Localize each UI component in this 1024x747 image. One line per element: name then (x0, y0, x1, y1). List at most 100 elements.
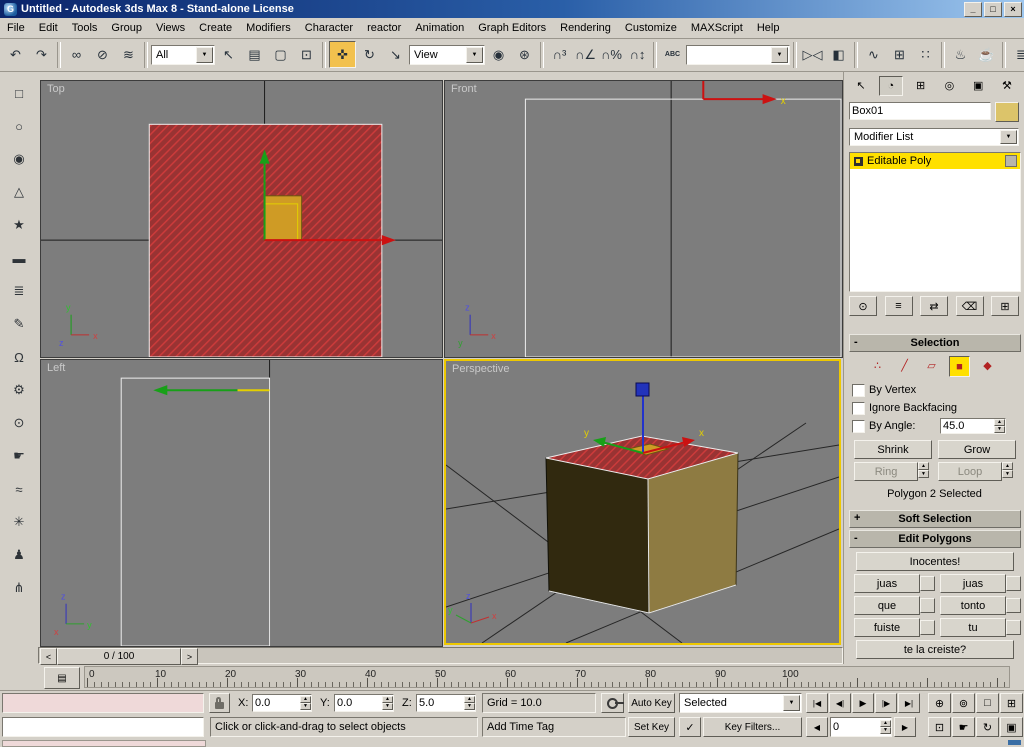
timeline-ruler[interactable]: 0 10 20 30 40 50 60 70 80 90 100 (84, 666, 1010, 688)
named-selection-dropdown[interactable]: ▼ (686, 44, 790, 65)
snap-toggle-3d-button[interactable]: ∩³ (547, 42, 572, 67)
zoom-extents-all-button[interactable]: ⊞ (1000, 693, 1023, 713)
bones-tool-button[interactable]: ⋔ (6, 575, 32, 601)
y-coord-spinner[interactable]: ▲ ▼ (382, 696, 393, 710)
menu-animation[interactable]: Animation (408, 20, 471, 36)
by-vertex-checkbox[interactable] (852, 384, 865, 397)
set-key-button[interactable]: Set Key (628, 717, 675, 737)
hand-tool-button[interactable]: ☛ (6, 443, 32, 469)
border-mode-button[interactable]: ▱ (922, 356, 941, 375)
next-key-button[interactable]: ▶ (894, 717, 916, 737)
menu-help[interactable]: Help (750, 20, 787, 36)
go-to-end-button[interactable]: ▶| (898, 693, 920, 713)
align-button[interactable]: ◧ (826, 42, 851, 67)
object-color-swatch[interactable] (995, 102, 1019, 122)
vertex-mode-button[interactable]: ∴ (868, 356, 887, 375)
y-coord-input[interactable] (335, 696, 382, 710)
menu-file[interactable]: File (0, 20, 32, 36)
cone-primitive-button[interactable]: △ (6, 179, 32, 205)
ring-spinner[interactable]: ▲ ▼ (918, 462, 929, 478)
add-time-tag[interactable]: Add Time Tag (482, 717, 626, 737)
hose-primitive-button[interactable]: ≣ (6, 278, 32, 304)
angle-spinner[interactable]: ▲ ▼ (994, 419, 1005, 433)
chevron-down-icon[interactable]: ▼ (196, 46, 213, 63)
edit-named-selection-sets-button[interactable]: ABC (660, 42, 685, 67)
soft-selection-rollout-header[interactable]: + Soft Selection (849, 510, 1021, 528)
box-primitive-button[interactable]: □ (6, 80, 32, 106)
resize-grip[interactable] (1008, 740, 1021, 745)
reference-coordinate-dropdown[interactable]: View ▼ (409, 44, 485, 65)
select-and-move-button[interactable]: ✜ (329, 41, 356, 68)
use-center-button[interactable]: ◉ (486, 42, 511, 67)
show-end-result-button[interactable]: ≡ (884, 296, 913, 316)
select-and-link-button[interactable]: ∞ (64, 42, 89, 67)
quick-render-button[interactable]: ☕ (974, 42, 999, 67)
edit-poly-button-juas-2[interactable]: juas (940, 574, 1006, 593)
pin-tool-button[interactable]: ⊙ (6, 410, 32, 436)
zoom-all-button[interactable]: ⊚ (952, 693, 975, 713)
menu-modifiers[interactable]: Modifiers (239, 20, 298, 36)
menu-character[interactable]: Character (298, 20, 360, 36)
selection-lock-button[interactable] (209, 693, 230, 713)
chevron-down-icon[interactable]: ▼ (783, 695, 800, 711)
inset-polygon[interactable] (264, 195, 303, 241)
by-angle-checkbox[interactable] (852, 420, 865, 433)
select-and-manipulate-button[interactable]: ⊛ (512, 42, 537, 67)
minimize-button[interactable]: _ (964, 1, 982, 17)
arc-rotate-button[interactable]: ↻ (976, 717, 999, 737)
edit-poly-button-tu[interactable]: tu (940, 618, 1006, 637)
edit-poly-button-tonto[interactable]: tonto (940, 596, 1006, 615)
spiral-tool-button[interactable]: ✳ (6, 509, 32, 535)
time-step-back-button[interactable]: < (40, 648, 57, 665)
key-mode-dropdown[interactable]: Selected ▼ (679, 693, 802, 713)
modifier-list-dropdown[interactable]: Modifier List ▼ (849, 128, 1019, 146)
rectangular-selection-region-button[interactable]: ▢ (268, 42, 293, 67)
tab-display[interactable]: ▣ (967, 76, 989, 94)
chevron-down-icon[interactable]: ▼ (1000, 130, 1017, 144)
edit-poly-button-te-la-creiste[interactable]: te la creiste? (856, 640, 1014, 659)
ignore-backfacing-checkbox[interactable] (852, 402, 865, 415)
edit-poly-settings-button[interactable] (920, 620, 935, 635)
edit-poly-settings-button[interactable] (1006, 620, 1021, 635)
percent-snap-button[interactable]: ∩% (599, 42, 624, 67)
selection-rollout-header[interactable]: - Selection (849, 334, 1021, 352)
next-frame-button[interactable]: |▶ (875, 693, 897, 713)
edit-poly-settings-button[interactable] (920, 576, 935, 591)
edit-poly-settings-button[interactable] (1006, 576, 1021, 591)
zoom-button[interactable]: ⊕ (928, 693, 951, 713)
viewport-front-canvas[interactable]: x z x y (445, 81, 842, 357)
material-editor-button[interactable]: ∷ (913, 42, 938, 67)
edit-polygons-rollout-header[interactable]: - Edit Polygons (849, 530, 1021, 548)
selection-filter-dropdown[interactable]: All ▼ (151, 44, 215, 65)
box-wireframe[interactable] (120, 377, 271, 646)
spinner-snap-button[interactable]: ∩↕ (625, 42, 650, 67)
menu-group[interactable]: Group (104, 20, 149, 36)
box-left-face[interactable] (545, 457, 650, 614)
loop-spinner[interactable]: ▲ ▼ (1002, 462, 1013, 478)
menu-tools[interactable]: Tools (65, 20, 105, 36)
select-by-name-button[interactable]: ▤ (242, 42, 267, 67)
space-warp-tool-button[interactable]: ≈ (6, 476, 32, 502)
edit-poly-settings-button[interactable] (920, 598, 935, 613)
zoom-extents-button[interactable]: □ (976, 693, 999, 713)
make-unique-button[interactable]: ⇄ (920, 296, 948, 316)
select-object-button[interactable]: ↖ (216, 42, 241, 67)
angle-snap-button[interactable]: ∩∠ (573, 42, 598, 67)
box-wireframe[interactable] (524, 98, 842, 357)
play-button[interactable]: ▶ (852, 693, 874, 713)
restore-button[interactable]: □ (984, 1, 1002, 17)
shrink-button[interactable]: Shrink (854, 440, 932, 459)
viewport-front[interactable]: Front x z x y (444, 80, 843, 358)
key-filters-toggle-button[interactable]: ✓ (679, 717, 701, 737)
go-to-start-button[interactable]: |◀ (806, 693, 828, 713)
current-frame-input[interactable] (831, 720, 880, 734)
loop-button[interactable]: Loop (938, 462, 1002, 481)
viewport-top-canvas[interactable]: y x z (41, 81, 442, 357)
chevron-down-icon[interactable]: ▼ (771, 46, 788, 63)
menu-rendering[interactable]: Rendering (553, 20, 618, 36)
edit-poly-button-que[interactable]: que (854, 596, 920, 615)
x-coord-input[interactable] (253, 696, 300, 710)
render-scene-button[interactable]: ♨ (948, 42, 973, 67)
pin-stack-button[interactable]: ⊙ (849, 296, 877, 316)
undo-button[interactable]: ↶ (3, 42, 28, 67)
